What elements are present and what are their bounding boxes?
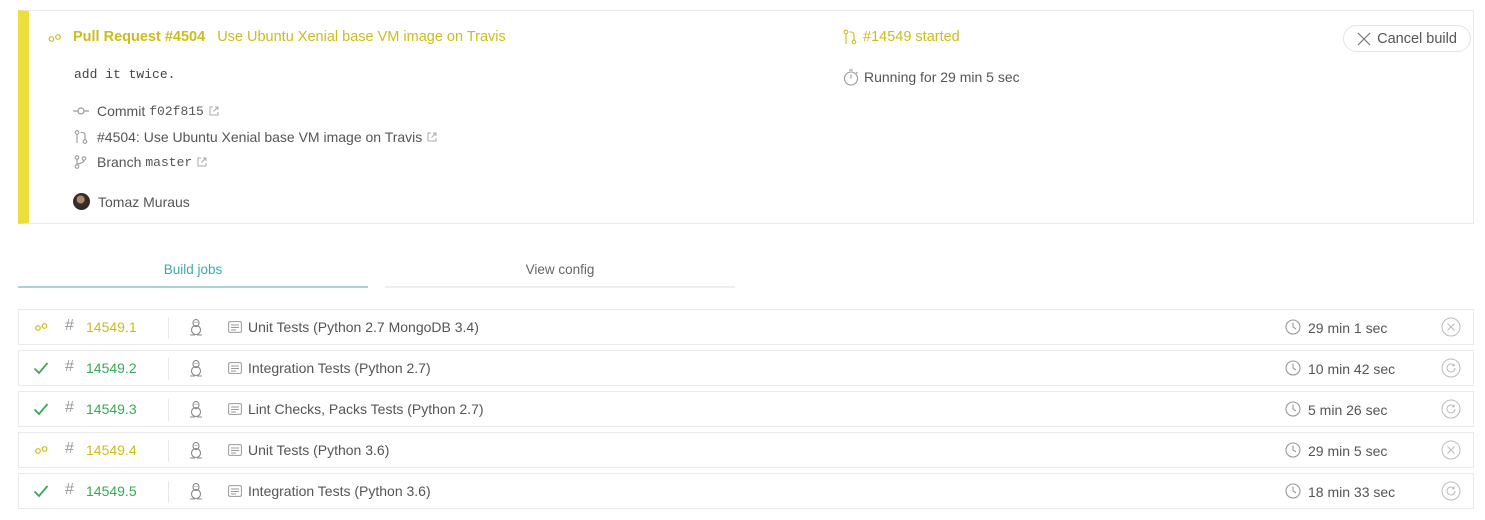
checkmark-icon: [33, 360, 49, 376]
branch-icon: [74, 155, 87, 169]
linux-icon: [188, 359, 204, 377]
cancel-job-icon[interactable]: [1441, 317, 1461, 337]
job-name: Integration Tests (Python 3.6): [248, 483, 431, 499]
job-duration: 5 min 26 sec: [1308, 402, 1388, 418]
checkmark-icon: [33, 483, 49, 499]
build-header-card: Pull Request #4504 Use Ubuntu Xenial bas…: [18, 10, 1474, 224]
job-list: #14549.1 Unit Tests (Python 2.7 MongoDB 3…: [18, 309, 1474, 514]
running-dots-icon: [33, 319, 49, 335]
commit-sha[interactable]: f02f815: [149, 104, 204, 119]
clock-icon: [1285, 319, 1301, 335]
job-duration: 29 min 1 sec: [1308, 320, 1388, 336]
job-row[interactable]: #14549.1 Unit Tests (Python 2.7 MongoDB 3…: [18, 309, 1474, 345]
job-row[interactable]: #14549.5 Integration Tests (Python 3.6) 18…: [18, 473, 1474, 509]
running-time-label: Running for 29 min 5 sec: [864, 69, 1020, 85]
job-number[interactable]: 14549.3: [86, 401, 137, 417]
tab-build-jobs[interactable]: Build jobs: [18, 256, 368, 288]
clock-icon: [1285, 442, 1301, 458]
author-name: Tomaz Muraus: [98, 193, 190, 210]
env-icon: [228, 320, 242, 333]
pull-request-row[interactable]: #4504: Use Ubuntu Xenial base VM image o…: [73, 129, 437, 145]
close-icon: [1357, 32, 1371, 45]
job-name: Integration Tests (Python 2.7): [248, 360, 431, 376]
divider: [168, 440, 169, 462]
linux-icon: [188, 400, 204, 418]
build-number[interactable]: #14549 started: [842, 29, 960, 45]
cancel-build-button[interactable]: Cancel build: [1343, 25, 1471, 52]
cancel-job-icon[interactable]: [1441, 440, 1461, 460]
job-row[interactable]: #14549.4 Unit Tests (Python 3.6) 29 min 5 …: [18, 432, 1474, 468]
env-icon: [228, 443, 242, 456]
hash-icon: #: [65, 481, 74, 498]
job-number[interactable]: 14549.2: [86, 360, 137, 376]
pull-request-link: #4504: Use Ubuntu Xenial base VM image o…: [97, 129, 423, 145]
stopwatch-icon: [843, 69, 859, 86]
divider: [168, 317, 169, 339]
commit-label: Commit: [97, 103, 146, 119]
env-icon: [228, 402, 242, 415]
tab-bar: Build jobs View config: [18, 256, 735, 288]
avatar: [73, 193, 90, 210]
linux-icon: [188, 482, 204, 500]
commit-row[interactable]: Commit f02f815: [73, 103, 219, 119]
pull-request-label[interactable]: Pull Request #4504: [73, 29, 205, 45]
external-link-icon: [427, 132, 437, 142]
pull-request-title[interactable]: Use Ubuntu Xenial base VM image on Travi…: [217, 29, 506, 45]
job-name: Unit Tests (Python 2.7 MongoDB 3.4): [248, 319, 479, 335]
clock-icon: [1285, 360, 1301, 376]
linux-icon: [188, 318, 204, 336]
hash-icon: #: [65, 317, 74, 334]
external-link-icon: [209, 106, 219, 116]
job-number[interactable]: 14549.5: [86, 483, 137, 499]
restart-job-icon[interactable]: [1441, 481, 1461, 501]
hash-icon: #: [65, 440, 74, 457]
running-time: Running for 29 min 5 sec: [842, 68, 1020, 86]
job-name: Lint Checks, Packs Tests (Python 2.7): [248, 401, 484, 417]
divider: [168, 481, 169, 503]
build-title: Pull Request #4504 Use Ubuntu Xenial bas…: [73, 29, 506, 45]
build-number-label: #14549 started: [863, 29, 960, 45]
job-name: Unit Tests (Python 3.6): [248, 442, 390, 458]
branch-name[interactable]: master: [145, 155, 192, 170]
running-dots-icon: [48, 34, 61, 42]
external-link-icon: [197, 157, 207, 167]
env-icon: [228, 484, 242, 497]
job-duration: 10 min 42 sec: [1308, 361, 1396, 377]
commit-message: add it twice.: [74, 67, 176, 82]
job-duration: 29 min 5 sec: [1308, 443, 1388, 459]
pull-request-icon: [74, 130, 88, 144]
pull-request-icon: [843, 29, 857, 45]
divider: [168, 399, 169, 421]
clock-icon: [1285, 483, 1301, 499]
job-duration: 18 min 33 sec: [1308, 484, 1396, 500]
tab-view-config[interactable]: View config: [385, 256, 735, 288]
linux-icon: [188, 441, 204, 459]
restart-job-icon[interactable]: [1441, 358, 1461, 378]
hash-icon: #: [65, 399, 74, 416]
job-number[interactable]: 14549.1: [86, 319, 137, 335]
cancel-build-label: Cancel build: [1377, 30, 1457, 47]
author: Tomaz Muraus: [73, 193, 190, 210]
job-row[interactable]: #14549.3 Lint Checks, Packs Tests (Python…: [18, 391, 1474, 427]
job-row[interactable]: #14549.2 Integration Tests (Python 2.7) 10…: [18, 350, 1474, 386]
env-icon: [228, 361, 242, 374]
divider: [168, 358, 169, 380]
hash-icon: #: [65, 358, 74, 375]
branch-row[interactable]: Branch master: [73, 154, 207, 170]
checkmark-icon: [33, 401, 49, 417]
restart-job-icon[interactable]: [1441, 399, 1461, 419]
job-number[interactable]: 14549.4: [86, 442, 137, 458]
branch-label: Branch: [97, 154, 142, 170]
commit-icon: [73, 107, 89, 115]
running-dots-icon: [33, 442, 49, 458]
clock-icon: [1285, 401, 1301, 417]
